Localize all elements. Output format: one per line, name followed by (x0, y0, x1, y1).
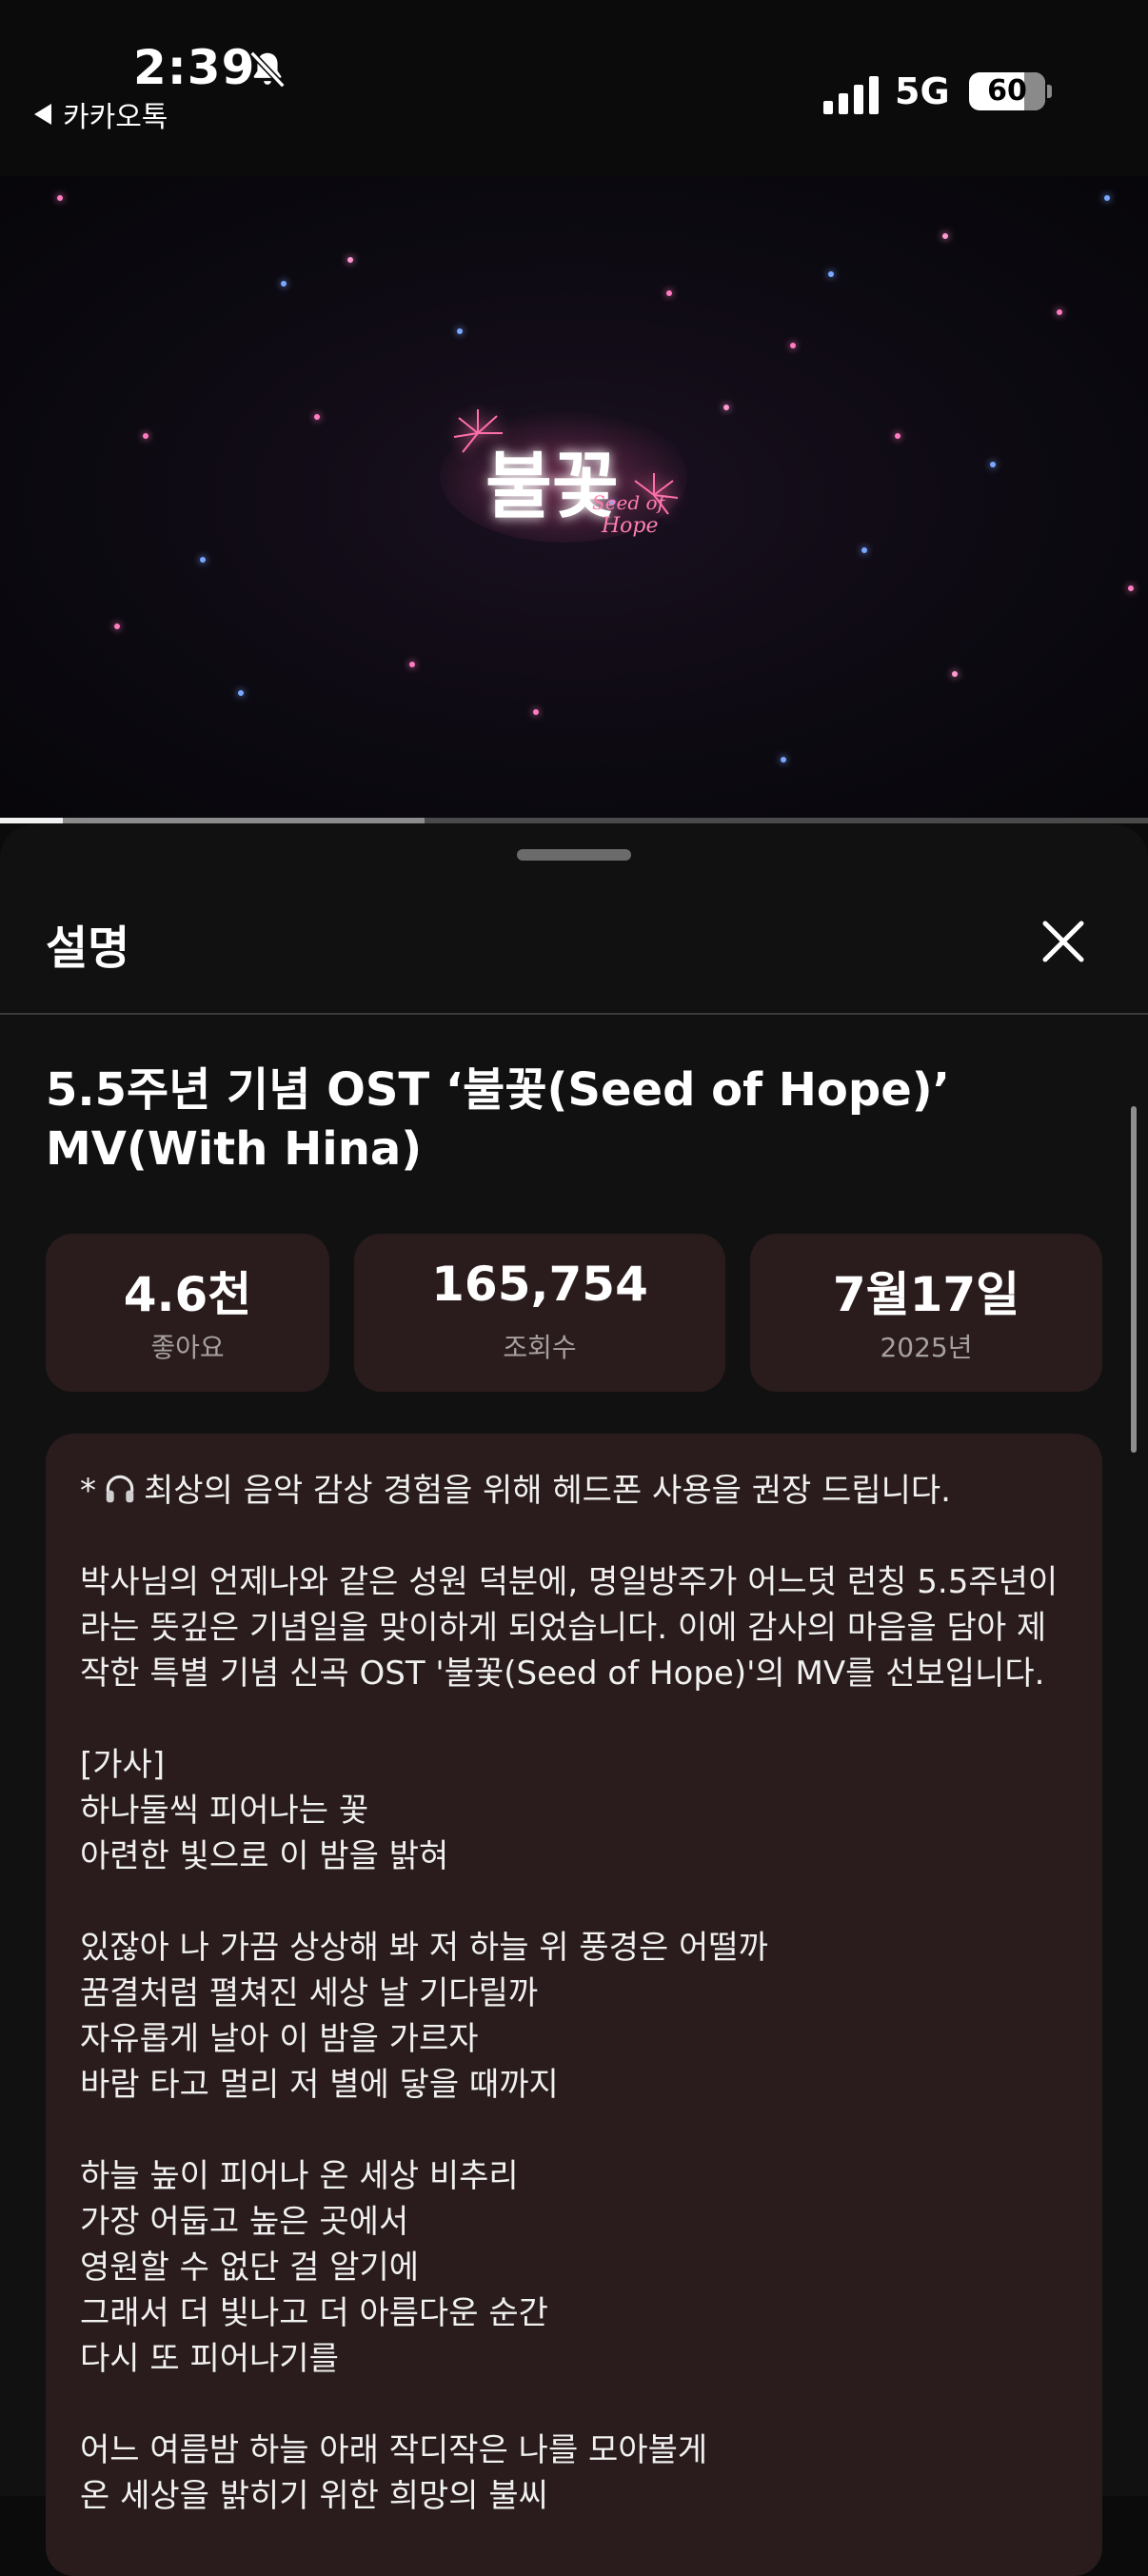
views-label: 조회수 (503, 1332, 577, 1363)
views-value: 165,754 (431, 1257, 648, 1312)
star-particle (790, 343, 796, 348)
lyrics-block-2: 있잖아 나 가끔 상상해 봐 저 하늘 위 풍경은 어떨까 꿈결처럼 펼쳐진 세… (80, 1925, 1070, 2108)
views-stat: 165,754 조회수 (354, 1234, 725, 1392)
close-icon[interactable] (1038, 916, 1089, 967)
star-particle (1057, 309, 1062, 315)
date-value: 7월17일 (832, 1267, 1020, 1322)
sheet-scrollbar[interactable] (1131, 1106, 1137, 1453)
lyric-line: 하나둘씩 피어나는 꽃 (80, 1792, 369, 1830)
lyric-line: 자유롭게 날아 이 밤을 가르자 (80, 2020, 479, 2058)
lyrics-header: [가사] (80, 1746, 166, 1784)
back-app-label: 카카오톡 (63, 101, 168, 134)
video-player[interactable]: 불꽃 Seed of Hope (0, 176, 1148, 820)
star-particle (281, 281, 287, 287)
likes-label: 좋아요 (150, 1332, 225, 1363)
star-particle (666, 290, 672, 296)
lyric-line: 꿈결처럼 펼쳐진 세상 날 기다릴까 (80, 1974, 539, 2012)
video-progress-bar[interactable] (0, 818, 1148, 823)
description-text: * 최상의 음악 감상 경험을 위해 헤드폰 사용을 권장 드립니다. 박사님의… (80, 1468, 1070, 2565)
lyric-line: 아련한 빛으로 이 밤을 밝혀 (80, 1837, 449, 1875)
star-particle (347, 257, 353, 263)
headphone-recommendation: 최상의 음악 감상 경험을 위해 헤드폰 사용을 권장 드립니다. (144, 1472, 951, 1510)
battery-icon: 60 (969, 72, 1045, 110)
sheet-title: 설명 (46, 921, 130, 975)
description-first-line: * 최상의 음악 감상 경험을 위해 헤드폰 사용을 권장 드립니다. (80, 1468, 1070, 1514)
star-particle (990, 462, 996, 467)
logo-subtitle-2: Hope (601, 514, 659, 538)
lyric-line: 가장 어둡고 높은 곳에서 (80, 2203, 409, 2241)
likes-value: 4.6천 (123, 1267, 252, 1322)
bell-muted-icon (249, 50, 286, 89)
headphones-icon (106, 1475, 134, 1503)
lyric-line: 그래서 더 빛나고 더 아름다운 순간 (80, 2294, 548, 2332)
sheet-drag-handle[interactable] (517, 849, 631, 861)
star-particle (314, 414, 320, 420)
star-particle (533, 709, 539, 715)
star-particle (942, 233, 948, 239)
star-particle (828, 271, 834, 277)
lyric-line: 영원할 수 없단 걸 알기에 (80, 2249, 420, 2287)
description-intro: 박사님의 언제나와 같은 성원 덕분에, 명일방주가 어느덧 런칭 5.5주년이… (80, 1563, 1059, 1693)
star-particle (723, 405, 729, 410)
star-particle (952, 671, 958, 677)
date-year: 2025년 (880, 1332, 973, 1363)
battery-nub (1047, 85, 1052, 98)
video-logo: 불꽃 Seed of Hope (440, 409, 687, 543)
star-particle (57, 195, 63, 201)
lyric-line: 어느 여름밤 하늘 아래 작디작은 나를 모아볼게 (80, 2431, 708, 2469)
star-particle (1104, 195, 1110, 201)
lyrics-block-1: [가사] 하나둘씩 피어나는 꽃 아련한 빛으로 이 밤을 밝혀 (80, 1742, 1070, 1879)
star-particle (895, 433, 901, 439)
lyrics-block-4: 어느 여름밤 하늘 아래 작디작은 나를 모아볼게 온 세상을 밝히기 위한 희… (80, 2427, 1070, 2519)
lyric-line: 있잖아 나 가끔 상상해 봐 저 하늘 위 풍경은 어떨까 (80, 1929, 768, 1967)
network-type: 5G (895, 70, 950, 112)
logo-title: 불꽃 (485, 444, 619, 528)
star-particle (1128, 585, 1134, 591)
sheet-divider (0, 1013, 1148, 1015)
lyric-line: 하늘 높이 피어나 온 세상 비추리 (80, 2157, 519, 2195)
asterisk: * (80, 1472, 96, 1510)
status-bar: 2:39 카카오톡 5G 60 (0, 0, 1148, 176)
star-particle (200, 557, 206, 563)
star-particle (238, 690, 244, 696)
star-particle (457, 328, 463, 334)
star-particle (861, 547, 867, 553)
lyrics-block-3: 하늘 높이 피어나 온 세상 비추리 가장 어둡고 높은 곳에서 영원할 수 없… (80, 2153, 1070, 2382)
lyric-line: 바람 타고 멀리 저 별에 닿을 때까지 (80, 2066, 559, 2104)
likes-stat: 4.6천 좋아요 (46, 1234, 329, 1392)
video-played-bar (0, 818, 64, 823)
lyric-line: 다시 또 피어나기를 (80, 2340, 339, 2378)
video-buffered-bar (0, 818, 426, 823)
back-to-app-button[interactable]: 카카오톡 (34, 93, 168, 135)
star-particle (409, 662, 415, 667)
battery-percent: 60 (987, 74, 1027, 108)
logo-subtitle-1: Seed of (592, 491, 668, 514)
date-stat: 7월17일 2025년 (750, 1234, 1102, 1392)
lyric-line: 온 세상을 밝히기 위한 희망의 불씨 (80, 2477, 548, 2515)
cellular-signal-icon (823, 76, 879, 114)
description-sheet: 설명 5.5주년 기념 OST ‘불꽃(Seed of Hope)’ MV(Wi… (0, 824, 1148, 2576)
status-time: 2:39 (133, 40, 256, 95)
back-arrow-icon (34, 104, 51, 125)
star-particle (781, 757, 786, 763)
video-title: 5.5주년 기념 OST ‘불꽃(Seed of Hope)’ MV(With … (46, 1063, 950, 1176)
star-particle (143, 433, 148, 439)
description-box: * 최상의 음악 감상 경험을 위해 헤드폰 사용을 권장 드립니다. 박사님의… (46, 1434, 1102, 2576)
star-particle (114, 624, 120, 629)
